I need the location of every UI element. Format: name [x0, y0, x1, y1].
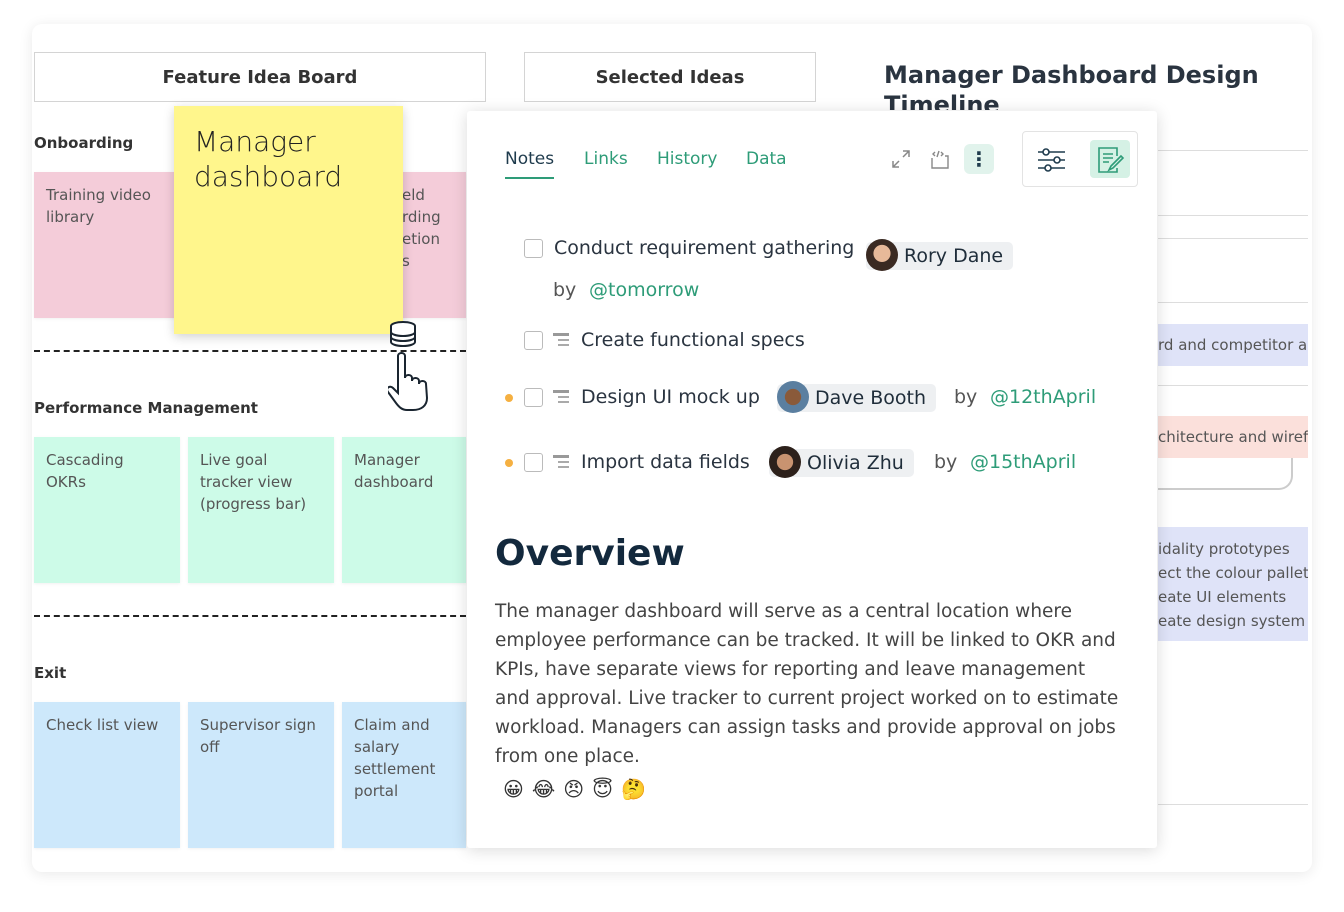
task-label: Design UI mock up: [581, 386, 760, 408]
due-date[interactable]: @12thApril: [990, 386, 1096, 408]
task-checkbox[interactable]: [524, 330, 543, 350]
timeline-task: eate UI elements: [1158, 588, 1287, 606]
task-checkbox[interactable]: [524, 452, 543, 472]
due-date[interactable]: @tomorrow: [589, 279, 699, 301]
timeline-gridline: [1158, 804, 1308, 805]
assignee-name: Olivia Zhu: [807, 452, 904, 474]
avatar: [866, 239, 898, 271]
tab-links[interactable]: Links: [584, 149, 628, 177]
timeline-title: Manager Dashboard Design Timeline: [884, 61, 1259, 110]
timeline-gridline: [1158, 238, 1308, 239]
by-label: by: [954, 386, 978, 408]
timeline-task-list[interactable]: idality prototypes ect the colour pallet…: [1158, 527, 1308, 641]
assignee-chip[interactable]: Olivia Zhu: [769, 446, 914, 478]
view-toggle-group: [1022, 131, 1138, 187]
assignee-name: Dave Booth: [815, 387, 927, 409]
task-checkbox[interactable]: [524, 238, 543, 258]
timeline-gridline: [1158, 150, 1308, 151]
more-options-icon[interactable]: ⋮: [964, 144, 994, 174]
timeline-task: ect the colour pallete: [1158, 564, 1308, 582]
grinning-emoji-icon[interactable]: 😀: [503, 777, 524, 801]
task-checkbox[interactable]: [524, 387, 543, 407]
note-text: s: [402, 252, 410, 270]
note-text: etion: [402, 230, 440, 248]
timeline-bar[interactable]: chitecture and wiref: [1158, 416, 1308, 458]
sticky-note[interactable]: Check list view: [34, 702, 180, 848]
task-item: Import data fields: [524, 451, 750, 473]
overview-heading: Overview: [495, 533, 685, 574]
settings-sliders-icon[interactable]: [1037, 146, 1067, 174]
by-label: by: [934, 451, 958, 473]
task-item: Design UI mock up: [524, 386, 760, 408]
by-label: by: [553, 279, 577, 301]
tab-history[interactable]: History: [657, 149, 717, 177]
priority-dot: [505, 459, 513, 467]
emoji-reactions: 😀 😂 😠 😇 🤔: [503, 777, 646, 801]
sticky-note[interactable]: Claim and salary settlement portal: [342, 702, 466, 848]
assignee-chip[interactable]: Rory Dane: [866, 239, 1014, 271]
note-text: eld: [402, 186, 425, 204]
laughing-emoji-icon[interactable]: 😂: [532, 777, 555, 801]
sticky-note[interactable]: Supervisor sign off: [188, 702, 334, 848]
dragged-sticky-note[interactable]: Manager dashboard: [174, 106, 403, 334]
timeline-bar[interactable]: rd and competitor a: [1158, 324, 1308, 366]
lane-divider: [34, 615, 466, 617]
timeline-gridline: [1158, 302, 1308, 303]
task-item: Create functional specs: [524, 329, 805, 351]
overview-text[interactable]: The manager dashboard will serve as a ce…: [495, 597, 1120, 771]
tab-notes[interactable]: Notes: [505, 149, 555, 179]
sticky-note[interactable]: Manager dashboard: [342, 437, 466, 583]
expand-icon[interactable]: [891, 149, 911, 169]
timeline-gridline: [1158, 215, 1308, 216]
task-label: Create functional specs: [581, 329, 805, 351]
embed-code-icon[interactable]: [929, 148, 951, 170]
due-date[interactable]: @15thApril: [970, 451, 1076, 473]
subtask-list-icon: [553, 455, 569, 469]
assignee-chip[interactable]: Dave Booth: [777, 381, 937, 413]
sticky-note[interactable]: Cascading OKRs: [34, 437, 180, 583]
details-panel: Notes Links History Data ⋮ Conduct requi…: [467, 111, 1157, 848]
task-label: Import data fields: [581, 451, 750, 473]
angry-emoji-icon[interactable]: 😠: [563, 777, 584, 801]
selected-ideas-button[interactable]: Selected Ideas: [524, 52, 816, 102]
lane-title-performance: Performance Management: [34, 399, 258, 417]
sticky-note[interactable]: Live goal tracker view (progress bar): [188, 437, 334, 583]
avatar: [777, 381, 809, 413]
lane-title-onboarding: Onboarding: [34, 134, 134, 152]
note-text: rding: [402, 208, 441, 226]
innocent-emoji-icon[interactable]: 😇: [592, 777, 613, 801]
task-item: Conduct requirement gathering: [524, 237, 854, 259]
notes-view-button[interactable]: [1090, 140, 1130, 178]
priority-dot: [505, 394, 513, 402]
sticky-note[interactable]: Training video library: [34, 172, 180, 318]
drag-hand-cursor-icon: [388, 321, 429, 411]
timeline-gridline: [1158, 385, 1308, 386]
lane-title-exit: Exit: [34, 664, 67, 682]
timeline-task: idality prototypes: [1158, 540, 1290, 558]
timeline-task: eate design system: [1158, 612, 1306, 630]
subtask-list-icon: [553, 333, 569, 347]
avatar: [769, 446, 801, 478]
timeline-connector: [1158, 458, 1293, 490]
tab-data[interactable]: Data: [746, 149, 787, 177]
edit-note-icon: [1098, 147, 1125, 173]
thinking-emoji-icon[interactable]: 🤔: [621, 777, 646, 801]
subtask-list-icon: [553, 390, 569, 404]
task-label: Conduct requirement gathering: [554, 237, 855, 259]
feature-idea-board-button[interactable]: Feature Idea Board: [34, 52, 486, 102]
assignee-name: Rory Dane: [904, 245, 1004, 267]
